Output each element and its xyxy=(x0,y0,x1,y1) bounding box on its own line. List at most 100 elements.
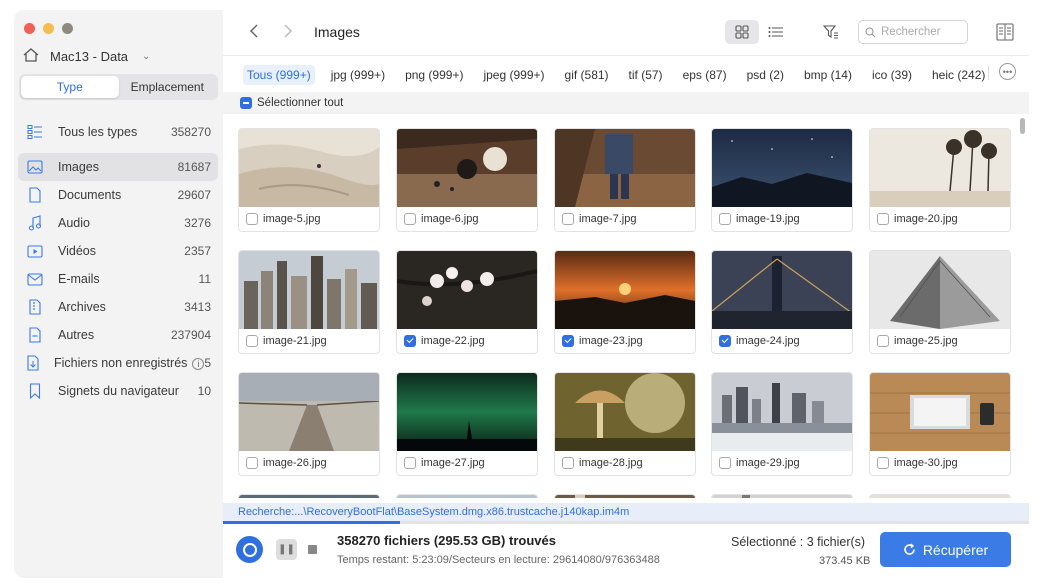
back-arrow-icon[interactable] xyxy=(249,23,259,44)
file-card[interactable] xyxy=(396,494,538,498)
file-checkbox[interactable] xyxy=(404,213,416,225)
app-window: Mac13 - Data ⌄ Type Emplacement Tous les… xyxy=(14,10,1029,578)
file-card[interactable]: image-27.jpg xyxy=(396,372,538,476)
search-input[interactable]: Rechercher xyxy=(858,20,968,44)
select-all-checkbox[interactable] xyxy=(240,97,252,109)
file-card[interactable]: image-20.jpg xyxy=(869,128,1011,232)
home-icon[interactable] xyxy=(22,47,40,66)
file-checkbox[interactable] xyxy=(404,457,416,469)
chevron-down-icon[interactable]: ⌄ xyxy=(142,51,150,62)
select-all-label[interactable]: Sélectionner tout xyxy=(257,97,343,109)
file-card[interactable] xyxy=(711,494,853,498)
sidebar-item-documents[interactable]: Documents 29607 xyxy=(18,181,218,209)
file-card[interactable]: image-30.jpg xyxy=(869,372,1011,476)
file-card[interactable]: image-21.jpg xyxy=(238,250,380,354)
sidebar-item-all-types[interactable]: Tous les types 358270 xyxy=(18,118,218,146)
file-card[interactable]: image-22.jpg xyxy=(396,250,538,354)
close-window-button[interactable] xyxy=(24,23,35,34)
file-card[interactable]: image-19.jpg xyxy=(711,128,853,232)
file-card[interactable] xyxy=(869,494,1011,498)
sidebar-item-archives[interactable]: Archives 3413 xyxy=(18,293,218,321)
file-card[interactable]: image-6.jpg xyxy=(396,128,538,232)
file-card[interactable]: image-23.jpg xyxy=(554,250,696,354)
filter-button[interactable] xyxy=(814,20,848,44)
book-button[interactable] xyxy=(988,20,1022,44)
file-checkbox[interactable] xyxy=(562,213,574,225)
zoom-window-button[interactable] xyxy=(62,23,73,34)
sidebar-item-audio[interactable]: Audio 3276 xyxy=(18,209,218,237)
sidebar: Mac13 - Data ⌄ Type Emplacement Tous les… xyxy=(14,10,223,578)
thumbnail-image xyxy=(870,129,1010,207)
file-name: image-20.jpg xyxy=(894,213,958,225)
stop-button[interactable] xyxy=(308,545,317,554)
file-card[interactable] xyxy=(554,494,696,498)
filter-chip-bmp[interactable]: bmp (14) xyxy=(800,65,856,85)
scan-path: Recherche:...\RecoveryBootFlat\BaseSyste… xyxy=(223,503,1029,521)
file-checkbox[interactable] xyxy=(562,457,574,469)
sidebar-item-label: Signets du navigateur xyxy=(58,384,179,398)
file-card[interactable]: image-5.jpg xyxy=(238,128,380,232)
sidebar-item-unsaved-files[interactable]: Fichiers non enregistrés i 5 xyxy=(18,349,218,377)
file-checkbox[interactable] xyxy=(719,457,731,469)
sidebar-item-count: 5 xyxy=(204,356,212,370)
file-card[interactable]: image-26.jpg xyxy=(238,372,380,476)
filter-chip-tif[interactable]: tif (57) xyxy=(625,65,667,85)
sidebar-item-label: Archives xyxy=(58,300,106,314)
forward-arrow-icon[interactable] xyxy=(283,23,293,44)
file-caption: image-20.jpg xyxy=(870,207,1010,231)
thumbnail-image xyxy=(555,495,695,498)
file-checkbox[interactable] xyxy=(877,213,889,225)
filter-chip-all[interactable]: Tous (999+) xyxy=(243,65,315,85)
thumbnail-image xyxy=(712,251,852,329)
file-checkbox[interactable] xyxy=(246,457,258,469)
vertical-scrollbar[interactable] xyxy=(1019,114,1026,498)
info-icon[interactable]: i xyxy=(192,357,205,370)
filter-chip-ico[interactable]: ico (39) xyxy=(868,65,916,85)
sidebar-item-label: Vidéos xyxy=(58,244,96,258)
filter-chip-psd[interactable]: psd (2) xyxy=(743,65,788,85)
file-caption: image-6.jpg xyxy=(397,207,537,231)
tab-emplacement[interactable]: Emplacement xyxy=(119,76,217,98)
filter-chip-png[interactable]: png (999+) xyxy=(401,65,467,85)
sidebar-item-images[interactable]: Images 81687 xyxy=(18,153,218,181)
file-checkbox[interactable] xyxy=(246,213,258,225)
file-checkbox[interactable] xyxy=(404,335,416,347)
file-caption: image-23.jpg xyxy=(555,329,695,353)
sidebar-item-count: 10 xyxy=(197,384,211,398)
thumbnail-image xyxy=(870,251,1010,329)
archive-icon xyxy=(26,298,44,316)
file-other-icon xyxy=(26,326,44,344)
scrollbar-thumb[interactable] xyxy=(1020,118,1025,134)
sidebar-item-others[interactable]: Autres 237904 xyxy=(18,321,218,349)
file-checkbox[interactable] xyxy=(246,335,258,347)
file-card[interactable]: image-7.jpg xyxy=(554,128,696,232)
file-checkbox[interactable] xyxy=(562,335,574,347)
status-bar: ❚❚ 358270 fichiers (295.53 GB) trouvés T… xyxy=(223,524,1029,578)
recover-button[interactable]: Récupérer xyxy=(880,532,1011,567)
filter-chip-heic[interactable]: heic (242) xyxy=(928,65,989,85)
filter-chip-jpg[interactable]: jpg (999+) xyxy=(327,65,389,85)
tab-type[interactable]: Type xyxy=(21,76,119,98)
file-checkbox[interactable] xyxy=(877,335,889,347)
filter-chip-gif[interactable]: gif (581) xyxy=(561,65,613,85)
pause-button[interactable]: ❚❚ xyxy=(276,539,297,560)
sidebar-item-videos[interactable]: Vidéos 2357 xyxy=(18,237,218,265)
file-card[interactable]: image-28.jpg xyxy=(554,372,696,476)
file-checkbox[interactable] xyxy=(719,335,731,347)
list-view-button[interactable] xyxy=(759,20,793,44)
file-card[interactable]: image-29.jpg xyxy=(711,372,853,476)
filter-chip-eps[interactable]: eps (87) xyxy=(679,65,731,85)
file-card[interactable]: image-25.jpg xyxy=(869,250,1011,354)
file-card[interactable] xyxy=(238,494,380,498)
more-options-icon[interactable]: ••• xyxy=(999,63,1016,80)
file-name: image-7.jpg xyxy=(579,213,637,225)
minimize-window-button[interactable] xyxy=(43,23,54,34)
file-card[interactable]: image-24.jpg xyxy=(711,250,853,354)
filter-chip-jpeg[interactable]: jpeg (999+) xyxy=(479,65,548,85)
file-checkbox[interactable] xyxy=(877,457,889,469)
grid-view-button[interactable] xyxy=(725,20,759,44)
drive-selector[interactable]: Mac13 - Data ⌄ xyxy=(22,47,150,66)
file-checkbox[interactable] xyxy=(719,213,731,225)
sidebar-item-emails[interactable]: E-mails 11 xyxy=(18,265,218,293)
sidebar-item-bookmarks[interactable]: Signets du navigateur 10 xyxy=(18,377,218,405)
